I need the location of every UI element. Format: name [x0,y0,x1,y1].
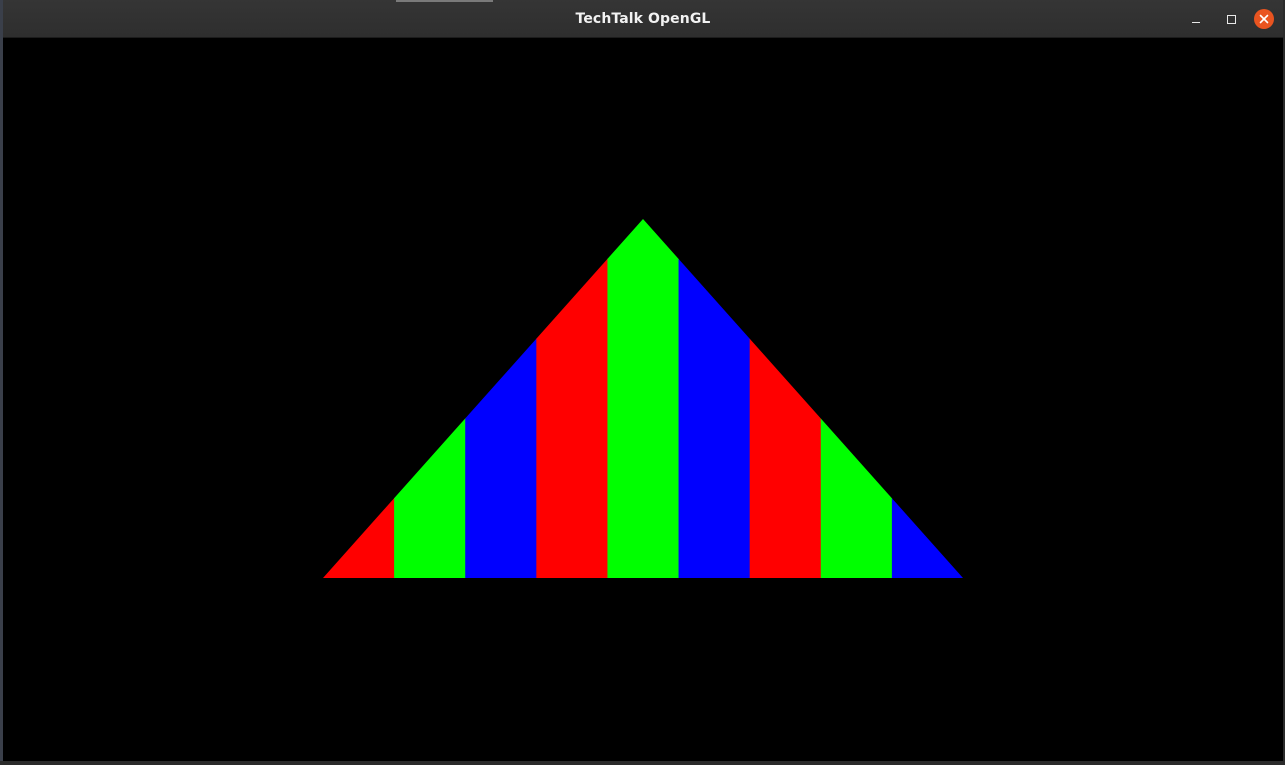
triangle-stripe [536,219,608,578]
title-bar-indicator [396,0,493,2]
rendered-scene [323,219,963,578]
title-bar[interactable]: TechTalk OpenGL [3,0,1283,38]
window-title: TechTalk OpenGL [575,11,711,27]
minimize-icon [1192,21,1200,24]
minimize-button[interactable] [1186,9,1206,29]
close-button[interactable] [1254,9,1274,29]
triangle-stripe [465,219,537,578]
triangle-stripe [749,219,822,578]
triangle-stripe [323,219,395,578]
triangle-stripe [891,219,963,578]
maximize-icon [1226,14,1236,24]
striped-triangle [323,219,963,578]
triangle-stripe [820,219,893,578]
close-icon [1254,9,1274,29]
triangle-stripe [607,219,680,578]
maximize-button[interactable] [1221,9,1241,29]
triangle-stripe [394,219,466,578]
app-window: TechTalk OpenGL [3,0,1283,761]
opengl-canvas[interactable] [3,38,1283,761]
triangle-stripe [678,219,751,578]
